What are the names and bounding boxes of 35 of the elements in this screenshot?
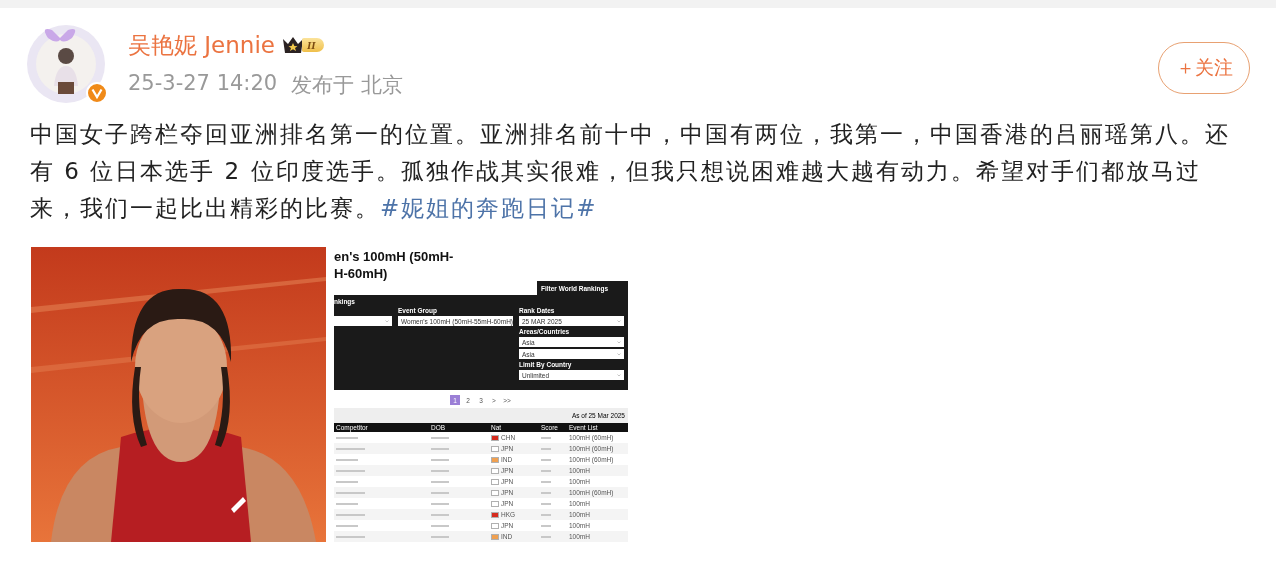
blurred-text	[336, 502, 358, 505]
chevron-icon	[617, 340, 621, 344]
blurred-text	[336, 524, 358, 527]
post-text: 中国女子跨栏夺回亚洲排名第一的位置。亚洲排名前十中，中国有两位，我第一，中国香港的吕丽瑶第八。还有 6 位日本选手 2 位印度选手。孤独作战其实很难，但我只想说困难越大越有动力。希望对手们都放马过来，我们一起比出精彩的比赛。#妮姐的奔跑日记#	[30, 120, 1230, 223]
verified-icon	[86, 82, 108, 104]
blurred-text	[336, 480, 358, 483]
blurred-text	[336, 491, 365, 494]
chevron-icon	[385, 319, 389, 323]
rankings-title: en's 100mH (50mH-	[334, 248, 454, 264]
blurred-text	[336, 447, 365, 450]
level-badge: II	[301, 38, 324, 52]
blurred-text	[431, 535, 449, 538]
avatar[interactable]	[26, 24, 106, 104]
hashtag-link[interactable]: #妮姐的奔跑日记#	[380, 195, 598, 221]
blurred-text	[431, 513, 449, 516]
crown-icon	[280, 35, 305, 55]
blurred-text	[431, 491, 449, 494]
blurred-text	[336, 535, 365, 538]
blurred-text	[431, 436, 449, 439]
post-time: 25-3-27 14:20	[128, 70, 278, 97]
rankings-title: H-60mH)	[334, 265, 388, 281]
blurred-text	[336, 436, 358, 439]
chevron-icon	[617, 373, 621, 377]
post-location: 发布于 北京	[291, 71, 403, 99]
blurred-text	[336, 469, 365, 472]
blurred-text	[431, 502, 449, 505]
chevron-icon	[617, 352, 621, 356]
blurred-text	[336, 513, 365, 516]
blurred-text	[431, 447, 449, 450]
blurred-text	[431, 469, 449, 472]
blurred-text	[431, 524, 449, 527]
chevron-icon	[617, 319, 621, 323]
blurred-text	[336, 458, 358, 461]
blurred-text	[431, 480, 449, 483]
blurred-text	[431, 458, 449, 461]
